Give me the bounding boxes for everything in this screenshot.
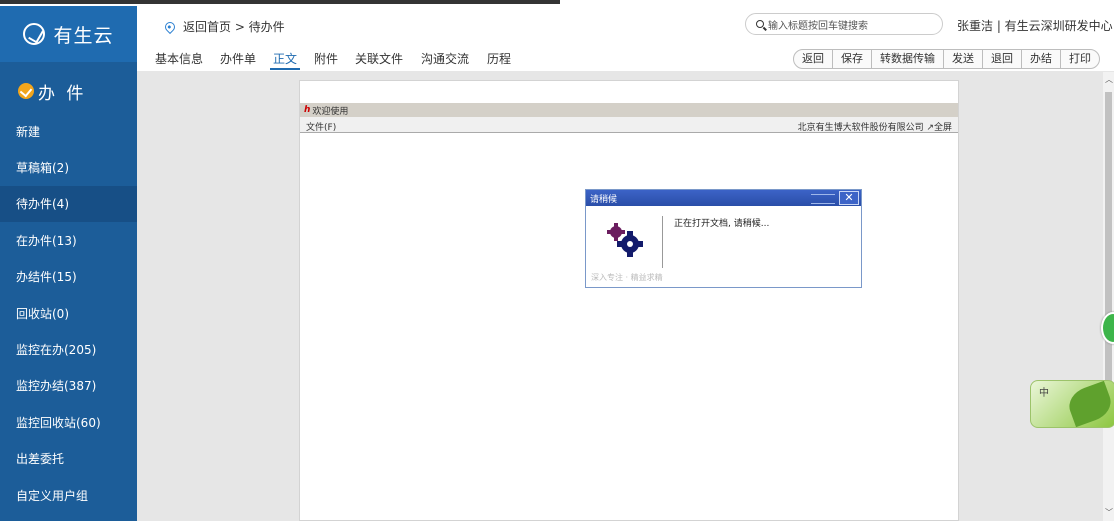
sidebar-item-label: 监控回收站(60): [16, 415, 101, 430]
dialog-separator: [662, 216, 663, 268]
user-info[interactable]: 张重洁 | 有生云深圳研发中心: [957, 17, 1113, 34]
sidebar-item-label: 监控在办(205): [16, 343, 97, 358]
sidebar-section-title: 办 件: [38, 83, 87, 104]
search-icon: [756, 20, 764, 28]
sidebar-item-label: 新建: [16, 124, 41, 139]
scrollbar-thumb[interactable]: [1105, 92, 1112, 412]
sidebar-item-label: 监控办结(387): [16, 379, 97, 394]
sidebar-menu: 新建 草稿箱(2) 待办件(4) 在办件(13) 办结件(15) 回收站(0) …: [0, 113, 137, 513]
app-flag-icon: ℎ: [304, 105, 311, 115]
save-button[interactable]: 保存: [832, 50, 871, 68]
sidebar-item-label: 待办件(4): [16, 197, 69, 212]
top-strip-bar: [0, 0, 560, 4]
sidebar-item-label: 办结件(15): [16, 270, 77, 285]
sidebar-item-label: 出差委托: [16, 452, 65, 467]
company-fullscreen-link[interactable]: 北京有生博大软件股份有限公司 ↗全屏: [798, 120, 952, 133]
app-logo[interactable]: 有生云: [0, 6, 137, 62]
finish-button[interactable]: 办结: [1021, 50, 1060, 68]
search-placeholder: 输入标题按回车键搜索: [768, 20, 868, 32]
sidebar-item-drafts[interactable]: 草稿箱(2): [0, 149, 137, 185]
chevron-down-icon[interactable]: ﹀: [1105, 509, 1113, 517]
sidebar-item-delegation[interactable]: 出差委托: [0, 441, 137, 477]
search-input[interactable]: 输入标题按回车键搜索: [745, 13, 943, 35]
dialog-body: 正在打开文档, 请稍候... 深入专注 · 精益求精: [586, 206, 861, 288]
content-area: ℎ 欢迎使用 文件(F) 北京有生博大软件股份有限公司 ↗全屏 请稍候 ✕ 正在…: [137, 72, 1103, 521]
document-viewer[interactable]: ℎ 欢迎使用 文件(F) 北京有生博大软件股份有限公司 ↗全屏 请稍候 ✕ 正在…: [299, 80, 959, 521]
transfer-data-button[interactable]: 转数据传输: [871, 50, 943, 68]
logo-icon: [23, 23, 46, 45]
sidebar-item-label: 自定义用户组: [16, 488, 89, 503]
dialog-grip-icon: [811, 194, 835, 204]
sidebar-item-label: 回收站(0): [16, 306, 69, 321]
sidebar-item-label: 草稿箱(2): [16, 161, 69, 176]
document-menu-bar: 文件(F) 北京有生博大软件股份有限公司 ↗全屏: [300, 117, 958, 133]
back-button[interactable]: 返回: [794, 50, 832, 68]
tab-body-text[interactable]: 正文: [273, 50, 297, 67]
file-menu[interactable]: 文件(F): [306, 120, 336, 133]
sidebar-item-in-progress[interactable]: 在办件(13): [0, 222, 137, 258]
dialog-title: 请稍候: [590, 194, 618, 205]
tab-history[interactable]: 历程: [487, 50, 511, 67]
dialog-footer-text: 深入专注 · 精益求精: [591, 273, 663, 282]
sidebar-item-monitor-completed[interactable]: 监控办结(387): [0, 368, 137, 404]
loading-dialog: 请稍候 ✕ 正在打开文档, 请稍候... 深入专注 · 精益求精: [585, 189, 862, 288]
dialog-message: 正在打开文档, 请稍候...: [674, 219, 770, 229]
sidebar-item-custom-groups[interactable]: 自定义用户组: [0, 477, 137, 513]
document-title-bar: ℎ 欢迎使用: [300, 103, 958, 117]
tab-form[interactable]: 办件单: [220, 50, 256, 67]
tab-communication[interactable]: 沟通交流: [421, 50, 469, 67]
ime-language-label: 中: [1039, 388, 1049, 399]
breadcrumb-text: 返回首页 > 待办件: [183, 20, 285, 34]
page-scrollbar[interactable]: ︿ ﹀: [1103, 72, 1114, 521]
tab-attachments[interactable]: 附件: [314, 50, 338, 67]
active-tab-underline: [270, 68, 300, 70]
dialog-title-bar: 请稍候 ✕: [586, 190, 861, 206]
action-button-group: 返回 保存 转数据传输 发送 退回 办结 打印: [793, 49, 1100, 69]
breadcrumb[interactable]: 返回首页 > 待办件: [162, 18, 285, 35]
tab-basic-info[interactable]: 基本信息: [155, 50, 203, 67]
sidebar-item-pending[interactable]: 待办件(4): [0, 185, 137, 223]
sidebar-item-new[interactable]: 新建: [0, 113, 137, 149]
return-button[interactable]: 退回: [982, 50, 1021, 68]
ime-toolbar[interactable]: 中: [1030, 380, 1114, 428]
sidebar-item-label: 在办件(13): [16, 233, 77, 248]
sidebar-section-header: 办 件: [0, 62, 137, 120]
sidebar-item-monitor-recycle[interactable]: 监控回收站(60): [0, 404, 137, 440]
tab-bar: 基本信息 办件单 正文 附件 关联文件 沟通交流 历程 返回 保存 转数据传输 …: [137, 44, 1114, 72]
sidebar-item-recycle-bin[interactable]: 回收站(0): [0, 295, 137, 331]
location-pin-icon: [162, 19, 178, 34]
send-button[interactable]: 发送: [943, 50, 982, 68]
header: 返回首页 > 待办件 输入标题按回车键搜索 张重洁 | 有生云深圳研发中心: [137, 6, 1114, 44]
logo-text: 有生云: [53, 24, 114, 47]
document-title: 欢迎使用: [312, 106, 349, 117]
sidebar-item-monitor-in-progress[interactable]: 监控在办(205): [0, 331, 137, 367]
close-icon[interactable]: ✕: [839, 191, 859, 205]
tab-related-files[interactable]: 关联文件: [355, 50, 403, 67]
gears-icon: [607, 223, 643, 257]
sidebar-item-completed[interactable]: 办结件(15): [0, 259, 137, 295]
leaf-icon: [1064, 381, 1114, 427]
print-button[interactable]: 打印: [1060, 50, 1099, 68]
edit-badge-icon: [18, 83, 34, 99]
chevron-up-icon[interactable]: ︿: [1105, 76, 1113, 84]
